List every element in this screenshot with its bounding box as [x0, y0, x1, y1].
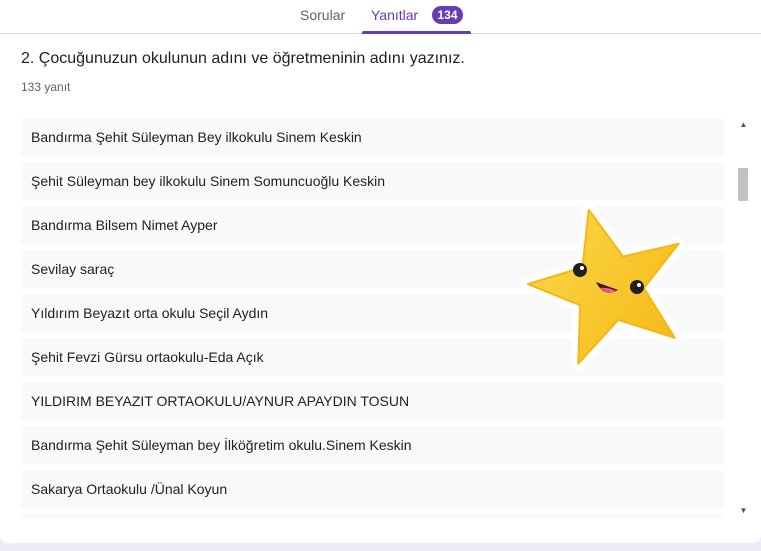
question-card: 2. Çocuğunuzun okulunun adını ve öğretme…: [0, 34, 761, 543]
tab-responses[interactable]: Yanıtlar 134: [362, 0, 471, 34]
answers-scrollbar[interactable]: ▲ ▼: [736, 118, 751, 520]
scroll-up-arrow-icon[interactable]: ▲: [736, 118, 751, 132]
tab-questions-label: Sorular: [300, 7, 346, 23]
question-title: 2. Çocuğunuzun okulunun adını ve öğretme…: [21, 50, 465, 67]
smiling-star-sticker-icon: [520, 202, 686, 371]
tab-questions[interactable]: Sorular: [300, 0, 345, 33]
answer-item: Sakarya Ortaokulu /Ünal Koyun: [21, 470, 724, 508]
responses-count-badge: 134: [432, 6, 463, 24]
scroll-thumb[interactable]: [738, 168, 748, 201]
answer-item: Bandırma Şehit Süleyman Bey ilkokulu Sin…: [21, 118, 724, 156]
answer-item: [21, 514, 724, 518]
tabs-bar: Sorular Yanıtlar 134: [0, 0, 761, 34]
response-count: 133 yanıt: [21, 80, 71, 94]
answer-item: Bandırma Şehit Süleyman bey İlköğretim o…: [21, 426, 724, 464]
tab-responses-label: Yanıtlar: [371, 7, 419, 23]
answer-item: YILDIRIM BEYAZIT ORTAOKULU/AYNUR APAYDIN…: [21, 382, 724, 420]
scroll-down-arrow-icon[interactable]: ▼: [736, 504, 751, 518]
